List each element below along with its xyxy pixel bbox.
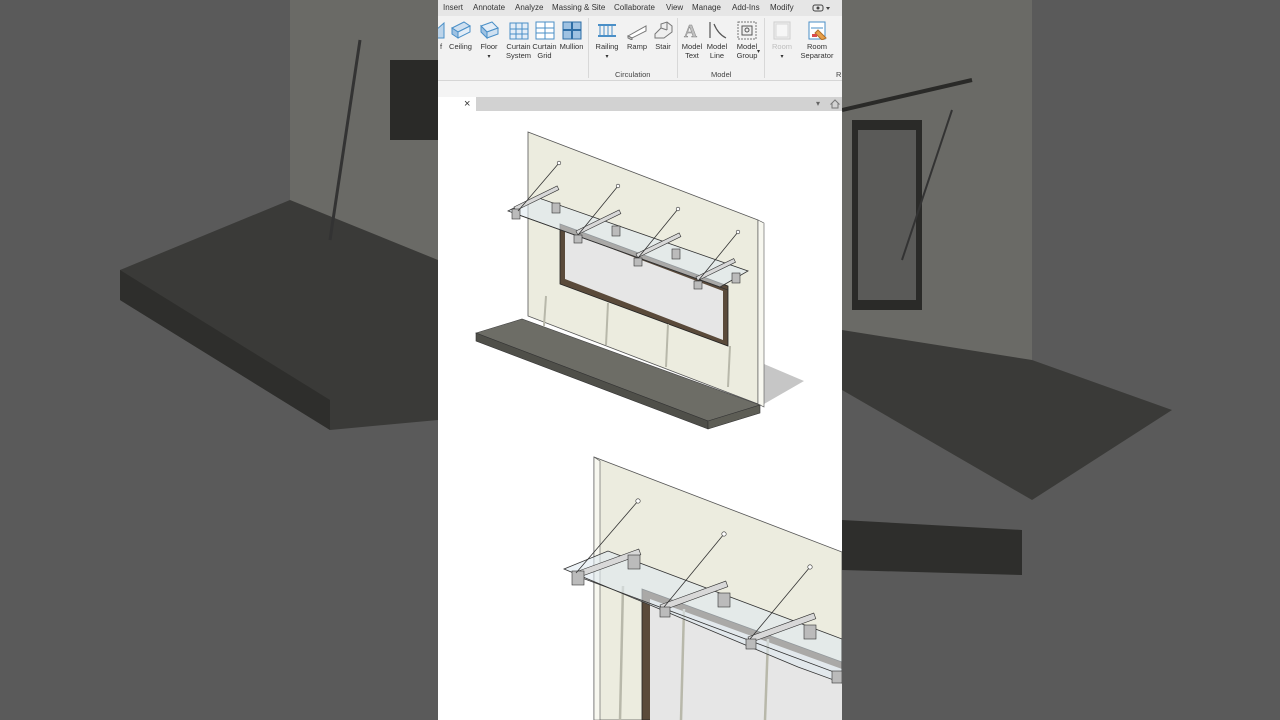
railing-dropdown-icon[interactable]: ▾	[605, 54, 608, 60]
ramp-icon	[626, 25, 647, 40]
mullion-button[interactable]: Mullion	[558, 20, 585, 51]
curtain-system-label-line2: System	[505, 51, 531, 60]
railing-label: Railing	[595, 42, 619, 51]
view-tab-bar: × ▾	[438, 97, 842, 111]
model-line-icon	[709, 22, 727, 39]
menu-annotate[interactable]: Annotate	[473, 3, 505, 12]
room-separator-label-line1: Room	[806, 42, 827, 51]
view-tab[interactable]: ×	[438, 97, 476, 111]
model-group-button[interactable]: Model Group ▾	[732, 20, 762, 60]
menu-collaborate[interactable]: Collaborate	[614, 3, 655, 12]
tab-list-dropdown-icon[interactable]: ▾	[816, 97, 820, 111]
canopy-view-bottom	[562, 456, 842, 720]
menu-modify[interactable]: Modify	[770, 3, 794, 12]
roof-button[interactable]: f	[438, 20, 446, 51]
panel-separator	[764, 18, 765, 78]
model-group-icon	[737, 21, 757, 40]
room-label: Room	[771, 42, 792, 51]
ramp-label: Ramp	[626, 42, 647, 51]
mullion-icon	[562, 21, 581, 40]
background-left-art	[120, 0, 438, 430]
model-text-icon: A	[684, 21, 698, 40]
curtain-system-icon	[509, 22, 528, 40]
camera-dropdown-icon[interactable]	[812, 3, 832, 13]
ceiling-icon	[450, 21, 471, 39]
floor-label: Floor	[480, 42, 498, 51]
model-text-button[interactable]: A Model Text	[680, 20, 704, 60]
railing-button[interactable]: Railing ▾	[595, 20, 619, 62]
revit-window: Insert Annotate Analyze Massing & Site C…	[438, 0, 842, 720]
model-group-label-line2: Group	[736, 51, 758, 60]
roof-label: f	[439, 42, 443, 51]
floor-dropdown-icon[interactable]: ▾	[487, 54, 490, 60]
curtain-system-button[interactable]: Curtain System	[505, 20, 532, 60]
panel-label-model: Model	[711, 70, 732, 79]
canopy-view-top	[475, 131, 804, 430]
options-bar	[438, 81, 842, 97]
room-separator-label-line2: Separator	[800, 51, 834, 60]
close-tab-icon[interactable]: ×	[464, 97, 470, 111]
background-right	[842, 0, 1280, 720]
model-group-dropdown-icon[interactable]: ▾	[757, 48, 760, 57]
canopy-model-views	[475, 131, 842, 720]
model-line-label-line1: Model	[706, 42, 728, 51]
room-dropdown-icon[interactable]: ▾	[780, 54, 783, 60]
panel-label-room-partial: R	[836, 70, 842, 79]
drawing-canvas[interactable]	[438, 111, 842, 720]
ramp-button[interactable]: Ramp	[625, 20, 649, 51]
ceiling-label: Ceiling	[449, 42, 472, 51]
menu-add-ins[interactable]: Add-Ins	[732, 3, 760, 12]
curtain-grid-label-line1: Curtain	[532, 42, 557, 51]
room-separator-icon	[808, 21, 827, 40]
stair-icon	[654, 21, 673, 39]
floor-icon	[480, 21, 499, 40]
model-line-button[interactable]: Model Line	[705, 20, 729, 60]
background-right-art	[842, 0, 1172, 575]
menu-insert[interactable]: Insert	[443, 3, 463, 12]
room-separator-button[interactable]: Room Separator	[800, 20, 834, 60]
model-text-label-line1: Model	[681, 42, 703, 51]
panel-separator	[588, 18, 589, 78]
model-text-label-line2: Text	[685, 51, 699, 60]
curtain-grid-icon	[535, 21, 554, 40]
curtain-grid-label-line2: Grid	[537, 51, 552, 60]
menu-bar: Insert Annotate Analyze Massing & Site C…	[438, 0, 842, 16]
ceiling-button[interactable]: Ceiling	[448, 20, 473, 51]
curtain-grid-button[interactable]: Curtain Grid	[532, 20, 557, 60]
model-line-label-line2: Line	[709, 51, 725, 60]
ribbon: f Ceiling Floor ▾ Curtain System Curtain…	[438, 16, 842, 81]
mullion-label: Mullion	[559, 42, 584, 51]
room-icon	[773, 21, 791, 40]
stair-label: Stair	[655, 42, 671, 51]
roof-icon	[438, 21, 445, 39]
model-group-label-line1: Model	[736, 42, 758, 51]
panel-separator	[677, 18, 678, 78]
stair-button[interactable]: Stair	[652, 20, 674, 51]
background-left	[0, 0, 438, 720]
menu-massing-site[interactable]: Massing & Site	[552, 3, 605, 12]
panel-label-circulation: Circulation	[615, 70, 651, 79]
svg-text:A: A	[684, 21, 697, 40]
menu-view[interactable]: View	[666, 3, 683, 12]
curtain-system-label-line1: Curtain	[506, 42, 531, 51]
menu-manage[interactable]: Manage	[692, 3, 721, 12]
room-button[interactable]: Room ▾	[771, 20, 793, 62]
home-icon[interactable]	[830, 99, 840, 109]
menu-analyze[interactable]: Analyze	[515, 3, 543, 12]
railing-icon	[598, 24, 616, 37]
floor-button[interactable]: Floor ▾	[478, 20, 500, 62]
